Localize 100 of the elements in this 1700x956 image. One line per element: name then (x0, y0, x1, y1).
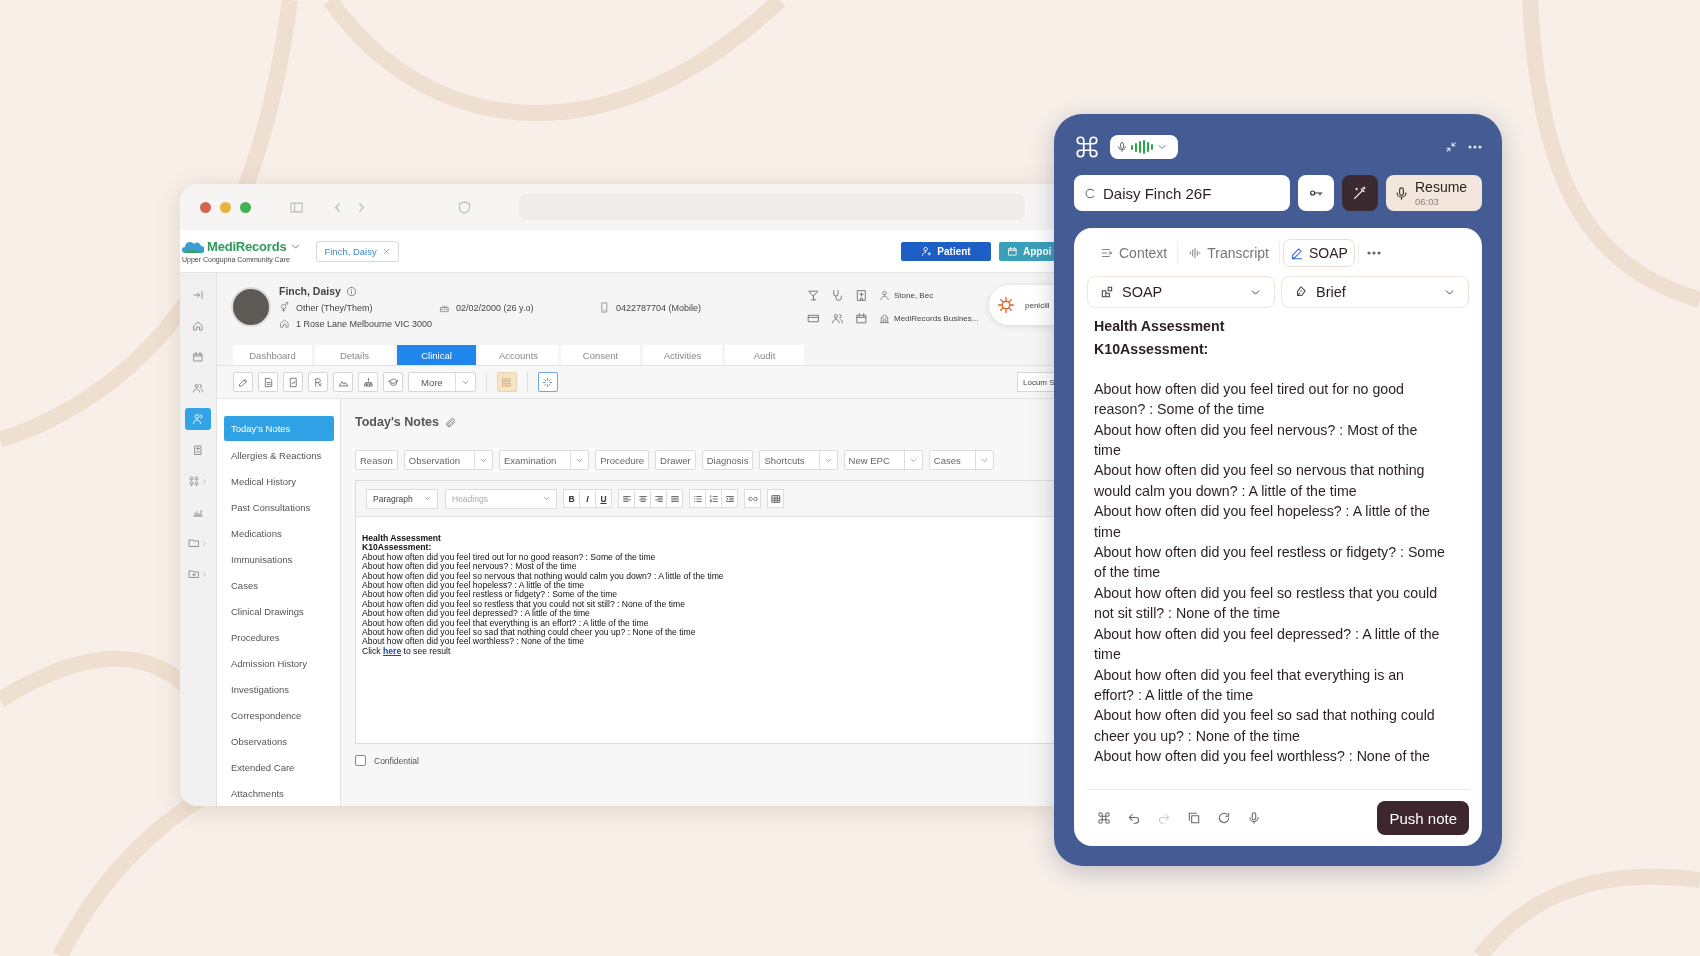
note-heading: K10Assessment: (362, 543, 433, 553)
more-icon (1366, 251, 1381, 255)
nav-item[interactable]: Correspondence (224, 702, 334, 728)
person-icon (879, 290, 890, 301)
note-tab[interactable]: Transcript (1181, 239, 1276, 267)
paragraph-select[interactable]: Paragraph (366, 488, 438, 509)
list-button[interactable] (721, 489, 738, 508)
people-icon (192, 382, 204, 394)
link-button[interactable] (744, 489, 761, 508)
nav-item[interactable]: Past Consultations (224, 494, 334, 520)
record-tab[interactable]: Details (315, 345, 394, 365)
toolbar-button[interactable] (496, 372, 517, 392)
blocks-icon (1100, 285, 1114, 299)
note-button[interactable]: Diagnosis (701, 450, 754, 470)
note-dropdown[interactable]: Observation (403, 450, 493, 470)
note-button[interactable]: Reason (355, 450, 398, 470)
record-tab[interactable]: Clinical (397, 345, 476, 365)
locum-dropdown[interactable]: Locum S (1017, 372, 1055, 392)
record-tab[interactable]: Dashboard (233, 345, 312, 365)
record-tab[interactable]: Accounts (479, 345, 558, 365)
note-dropdown[interactable]: Cases (928, 450, 994, 470)
push-note-button[interactable]: Push note (1377, 801, 1469, 835)
practitioner-name: Stone, Bec (894, 291, 934, 300)
record-tab[interactable]: Audit (725, 345, 804, 365)
toolbar-button[interactable] (333, 372, 353, 392)
toolbar-button[interactable] (537, 372, 558, 392)
record-tab[interactable]: Activities (643, 345, 722, 365)
pen-nib-icon (1294, 285, 1308, 299)
toolbar-button[interactable] (283, 372, 303, 392)
magic-wand-button[interactable] (1342, 175, 1378, 211)
nav-item[interactable]: Immunisations (224, 546, 334, 572)
nav-item[interactable]: Extended Care (224, 754, 334, 780)
maximize-window-button[interactable] (240, 201, 251, 213)
nav-item[interactable]: Investigations (224, 676, 334, 702)
nav-item[interactable]: Attachments (224, 780, 334, 806)
toolbar-button[interactable] (383, 372, 403, 392)
nav-item[interactable]: Procedures (224, 624, 334, 650)
note-tab[interactable]: Context (1093, 239, 1175, 267)
pencil-icon (1289, 246, 1304, 260)
table-button[interactable] (767, 489, 784, 508)
nav-item[interactable]: Cases (224, 572, 334, 598)
toolbar-button[interactable] (308, 372, 328, 392)
nav-item[interactable]: Observations (224, 728, 334, 754)
calendar-icon (192, 351, 204, 363)
record-tab[interactable]: Consent (561, 345, 640, 365)
format-button[interactable]: U (595, 489, 612, 508)
style-dropdown[interactable]: Brief (1281, 276, 1469, 308)
edit-icon (237, 376, 249, 388)
align-button[interactable] (666, 489, 683, 508)
nav-item[interactable]: Allergies & Reactions (224, 442, 334, 468)
allergy-badge[interactable]: penicill (989, 285, 1055, 325)
note-line: About how often did you feel hopeless? : A little of the time (362, 581, 586, 591)
result-link[interactable]: here (383, 645, 402, 656)
prescription-icon (312, 376, 324, 388)
note-dropdown[interactable]: Examination (499, 450, 590, 470)
patient-name: Finch, Daisy (279, 285, 341, 297)
bullet-list-icon (692, 493, 703, 504)
note-button[interactable]: Procedure (595, 450, 650, 470)
gender-icon (279, 302, 290, 313)
note-dropdown[interactable]: Shortcuts (759, 450, 838, 470)
nav-item[interactable]: Medications (224, 520, 334, 546)
document-icon (262, 376, 274, 388)
notes-editor[interactable] (355, 480, 1055, 744)
chevron-right-icon (201, 570, 208, 578)
grid-icon (501, 376, 513, 388)
resume-button[interactable]: Resume 06:03 (1386, 175, 1482, 211)
toolbar-button[interactable] (358, 372, 378, 392)
confidential-checkbox[interactable] (355, 755, 366, 766)
toolbar-button[interactable] (233, 372, 253, 392)
clipboard-icon (192, 444, 204, 456)
app-logo-icon (1097, 811, 1111, 825)
nav-item[interactable]: Medical History (224, 468, 334, 494)
microphone-dropdown[interactable] (1110, 135, 1178, 159)
note-heading: Health Assessment (1094, 317, 1226, 336)
refresh-icon (1217, 811, 1231, 825)
microphone-icon (1394, 185, 1409, 201)
folder-plus-icon (188, 568, 200, 580)
toolbar-button[interactable] (258, 372, 278, 392)
more-dropdown[interactable]: More (408, 372, 476, 392)
note-line: About how often did you feel nervous? : Most of the time (362, 562, 578, 572)
nav-item[interactable]: Admission History (224, 650, 334, 676)
note-button[interactable]: Drawer (655, 450, 696, 470)
patient-button[interactable]: Patient (901, 241, 991, 261)
note-line: About how often did you feel worthless? : None of the time (362, 637, 586, 647)
credit-card-icon (807, 312, 820, 325)
template-dropdown[interactable]: SOAP (1087, 276, 1275, 308)
sidebar-icon-button[interactable] (185, 408, 211, 430)
nav-item[interactable]: Clinical Drawings (224, 598, 334, 624)
person-icon (192, 413, 204, 425)
note-dropdown[interactable]: New EPC (843, 450, 923, 470)
patient-field[interactable]: Daisy Finch 26F (1074, 175, 1290, 211)
minimize-window-button[interactable] (220, 201, 231, 213)
note-line: About how often did you feel so nervous that nothing would calm you down? : A little of the time (362, 571, 725, 582)
note-line: About how often did you feel so restless that you could not sit still? : None of the time (362, 599, 686, 610)
patient-tab[interactable]: Finch, Daisy (316, 240, 399, 262)
redo-icon (1157, 811, 1171, 825)
close-window-button[interactable] (200, 201, 211, 213)
app-logo-icon (1074, 134, 1100, 160)
note-tab[interactable]: SOAP (1282, 239, 1355, 267)
key-button[interactable] (1298, 175, 1334, 211)
